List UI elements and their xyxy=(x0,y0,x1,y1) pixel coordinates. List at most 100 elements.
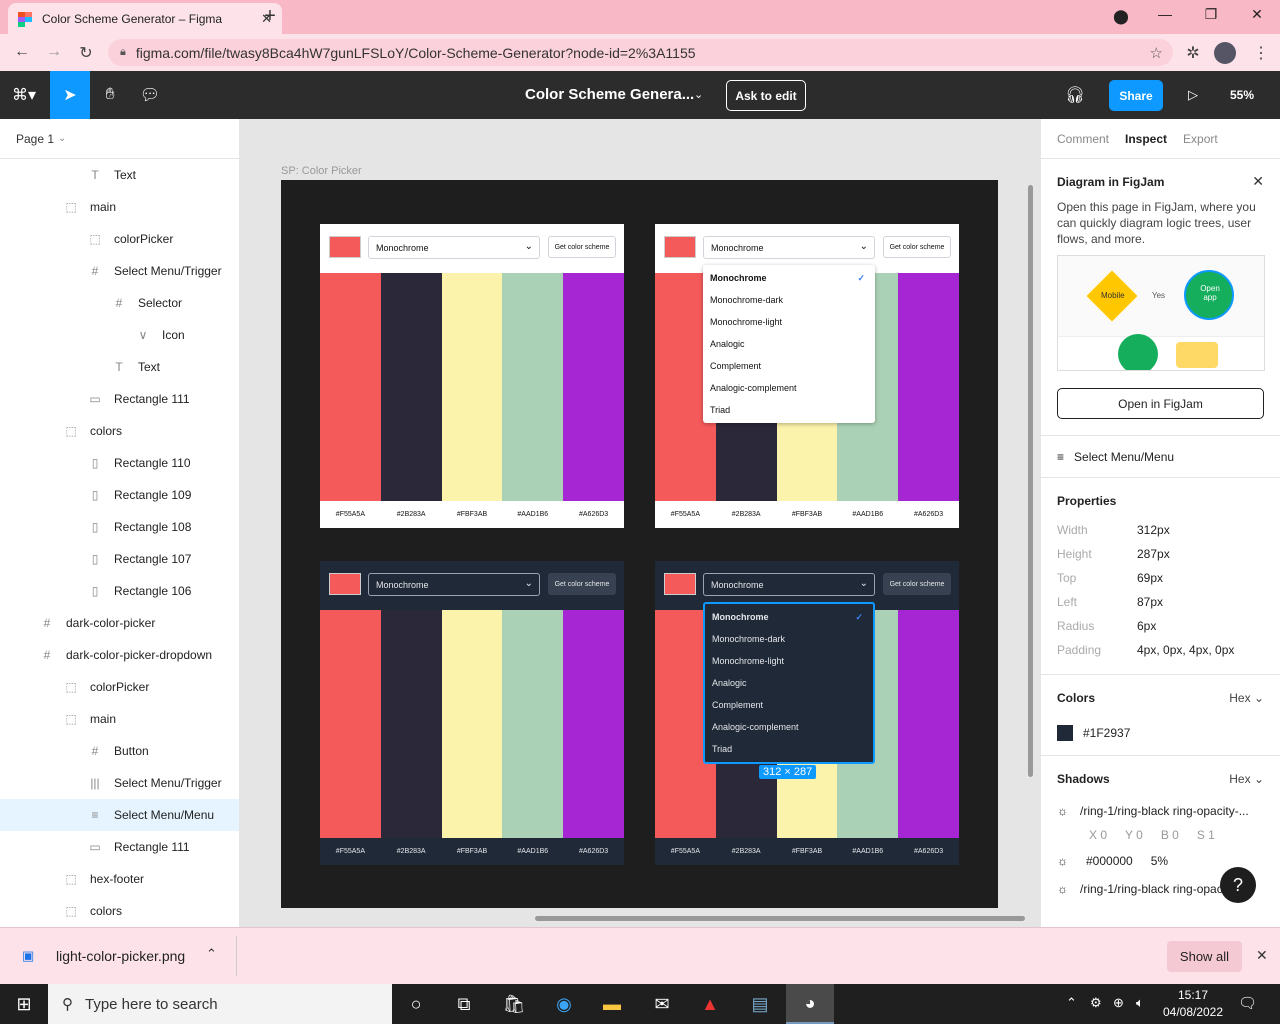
shadow-format-dropdown[interactable]: Hex ⌄ xyxy=(1229,772,1264,786)
menu-option[interactable]: Analogic-complement xyxy=(703,377,875,399)
menu-option[interactable]: Triad xyxy=(705,738,873,760)
layer-item[interactable]: ⬚ hex-footer xyxy=(0,863,239,895)
layer-item[interactable]: T Text xyxy=(0,351,239,383)
close-download-bar-icon[interactable]: ✕ xyxy=(1256,947,1268,964)
get-color-scheme-button[interactable]: Get color scheme xyxy=(883,573,951,595)
file-explorer-icon[interactable]: ▬ xyxy=(588,984,636,1024)
get-color-scheme-button[interactable]: Get color scheme xyxy=(548,573,616,595)
move-tool-icon[interactable]: ➤ xyxy=(50,71,90,119)
menu-option[interactable]: Complement xyxy=(705,694,873,716)
taskbar-search[interactable]: ⚲ Type here to search xyxy=(48,984,392,1024)
scheme-select[interactable]: Monochrome ⌄ xyxy=(368,573,540,596)
volume-icon[interactable]: 🔈︎ xyxy=(1136,995,1144,1011)
layer-item[interactable]: ▯ Rectangle 110 xyxy=(0,447,239,479)
frame-sp-color-picker[interactable]: Monochrome ⌄ Get color scheme #F55A5A #2B283… xyxy=(281,180,998,908)
help-button[interactable]: ? xyxy=(1220,867,1256,903)
layer-item[interactable]: T Text xyxy=(0,159,239,191)
figma-main-menu-icon[interactable]: ⌘▾ xyxy=(0,71,48,119)
cortana-icon[interactable]: ○ xyxy=(392,984,440,1024)
headphones-icon[interactable]: 🎧︎ xyxy=(1060,71,1090,119)
layer-item[interactable]: ⬚ colors xyxy=(0,415,239,447)
color-input-swatch[interactable] xyxy=(329,573,361,595)
layer-item[interactable]: ⬚ colors xyxy=(0,895,239,927)
profile-avatar[interactable] xyxy=(1214,42,1236,64)
windows-start-icon[interactable]: ⊞ xyxy=(0,984,48,1024)
layer-item[interactable]: # Selector xyxy=(0,287,239,319)
menu-option[interactable]: Analogic-complement xyxy=(705,716,873,738)
dark-color-picker-dropdown[interactable]: Monochrome ⌄ Get color scheme #F55A5A #2B283… xyxy=(655,561,959,865)
file-title[interactable]: Color Scheme Genera... xyxy=(525,86,694,103)
light-color-picker[interactable]: Monochrome ⌄ Get color scheme #F55A5A #2B283… xyxy=(320,224,624,528)
get-color-scheme-button[interactable]: Get color scheme xyxy=(548,236,616,258)
layer-item[interactable]: ||| Select Menu/Trigger xyxy=(0,767,239,799)
mcafee-icon[interactable]: ▲ xyxy=(686,984,734,1024)
extensions-icon[interactable]: ✲ xyxy=(1182,43,1204,63)
layer-item[interactable]: # dark-color-picker xyxy=(0,607,239,639)
dark-color-picker[interactable]: Monochrome ⌄ Get color scheme #F55A5A #2B283… xyxy=(320,561,624,865)
layer-item[interactable]: ▯ Rectangle 107 xyxy=(0,543,239,575)
tab-export[interactable]: Export xyxy=(1183,132,1218,146)
layer-item[interactable]: # Select Menu/Trigger xyxy=(0,255,239,287)
menu-option[interactable]: Monochrome-light xyxy=(705,650,873,672)
task-view-icon[interactable]: ⧉ xyxy=(440,984,488,1024)
menu-option[interactable]: Analogic xyxy=(705,672,873,694)
tab-inspect[interactable]: Inspect xyxy=(1125,132,1167,146)
page-selector[interactable]: Page 1 ⌄ xyxy=(0,119,239,159)
chevron-up-icon[interactable]: ⌃ xyxy=(206,946,217,962)
canvas[interactable]: SP: Color Picker Monochrome ⌄ Get color sc… xyxy=(240,119,1040,927)
chevron-down-icon[interactable]: ⌄ xyxy=(694,88,703,101)
layer-item[interactable]: # Button xyxy=(0,735,239,767)
chrome-icon[interactable]: ◕ xyxy=(786,984,834,1024)
frame-label[interactable]: SP: Color Picker xyxy=(281,165,362,177)
clock-date[interactable]: 04/08/2022 xyxy=(1158,1005,1228,1019)
property-value[interactable]: 6px xyxy=(1137,619,1156,633)
color-format-dropdown[interactable]: Hex ⌄ xyxy=(1229,691,1264,705)
scheme-select[interactable]: Monochrome ⌄ xyxy=(368,236,540,259)
layer-item[interactable]: ▯ Rectangle 106 xyxy=(0,575,239,607)
menu-option[interactable]: Monochrome ✓ xyxy=(703,267,875,289)
clock-time[interactable]: 15:17 xyxy=(1163,988,1223,1002)
layer-item[interactable]: ⬚ main xyxy=(0,191,239,223)
layer-item[interactable]: ∨ Icon xyxy=(0,319,239,351)
color-input-swatch[interactable] xyxy=(664,236,696,258)
scheme-select[interactable]: Monochrome ⌄ xyxy=(703,236,875,259)
new-tab-button[interactable]: + xyxy=(260,5,280,28)
layer-item[interactable]: ⬚ main xyxy=(0,703,239,735)
shadow-1-color[interactable]: #000000 xyxy=(1086,854,1133,868)
menu-option[interactable]: Monochrome ✓ xyxy=(705,606,873,628)
layer-item[interactable]: ⬚ colorPicker xyxy=(0,223,239,255)
mail-icon[interactable]: ✉ xyxy=(638,984,686,1024)
tray-chevron-icon[interactable]: ⌃ xyxy=(1066,995,1077,1011)
menu-option[interactable]: Monochrome-dark xyxy=(703,289,875,311)
vertical-scrollbar[interactable] xyxy=(1028,185,1033,777)
bookmark-star-icon[interactable]: ☆ xyxy=(1150,44,1163,62)
app-icon[interactable]: ▤ xyxy=(736,984,784,1024)
shadow-1-name[interactable]: /ring-1/ring-black ring-opacity-... xyxy=(1080,804,1249,818)
hand-tool-icon[interactable]: ✋︎ xyxy=(90,71,130,119)
back-arrow-icon[interactable]: ← xyxy=(11,43,33,61)
tab-comment[interactable]: Comment xyxy=(1057,132,1109,146)
menu-option[interactable]: Complement xyxy=(703,355,875,377)
property-value[interactable]: 87px xyxy=(1137,595,1163,609)
layer-item[interactable]: ▯ Rectangle 108 xyxy=(0,511,239,543)
comment-tool-icon[interactable]: 💬︎ xyxy=(130,71,170,119)
open-in-figjam-button[interactable]: Open in FigJam xyxy=(1057,388,1264,419)
layer-item[interactable]: ⬚ colorPicker xyxy=(0,671,239,703)
layer-item[interactable]: ▯ Rectangle 109 xyxy=(0,479,239,511)
present-play-icon[interactable]: ▷ xyxy=(1180,71,1206,119)
horizontal-scrollbar[interactable] xyxy=(535,916,1025,921)
network-icon[interactable]: ⚙︎ xyxy=(1090,995,1102,1011)
restore-button[interactable]: ❐ xyxy=(1201,6,1221,23)
layer-item[interactable]: ≡ Select Menu/Menu xyxy=(0,799,239,831)
download-filename[interactable]: light-color-picker.png xyxy=(56,948,185,964)
forward-arrow-icon[interactable]: → xyxy=(43,43,65,61)
menu-option[interactable]: Monochrome-light xyxy=(703,311,875,333)
share-button[interactable]: Share xyxy=(1109,80,1163,111)
omnibox[interactable]: 🔒︎ figma.com/file/twasy8Bca4hW7gunLFSLoY… xyxy=(108,39,1173,66)
light-color-picker-dropdown[interactable]: Monochrome ⌄ Get color scheme #F55A5A #2B283… xyxy=(655,224,959,528)
property-value[interactable]: 69px xyxy=(1137,571,1163,585)
property-value[interactable]: 312px xyxy=(1137,523,1170,537)
menu-option[interactable]: Analogic xyxy=(703,333,875,355)
minimize-button[interactable]: — xyxy=(1155,6,1175,22)
menu-option[interactable]: Monochrome-dark xyxy=(705,628,873,650)
